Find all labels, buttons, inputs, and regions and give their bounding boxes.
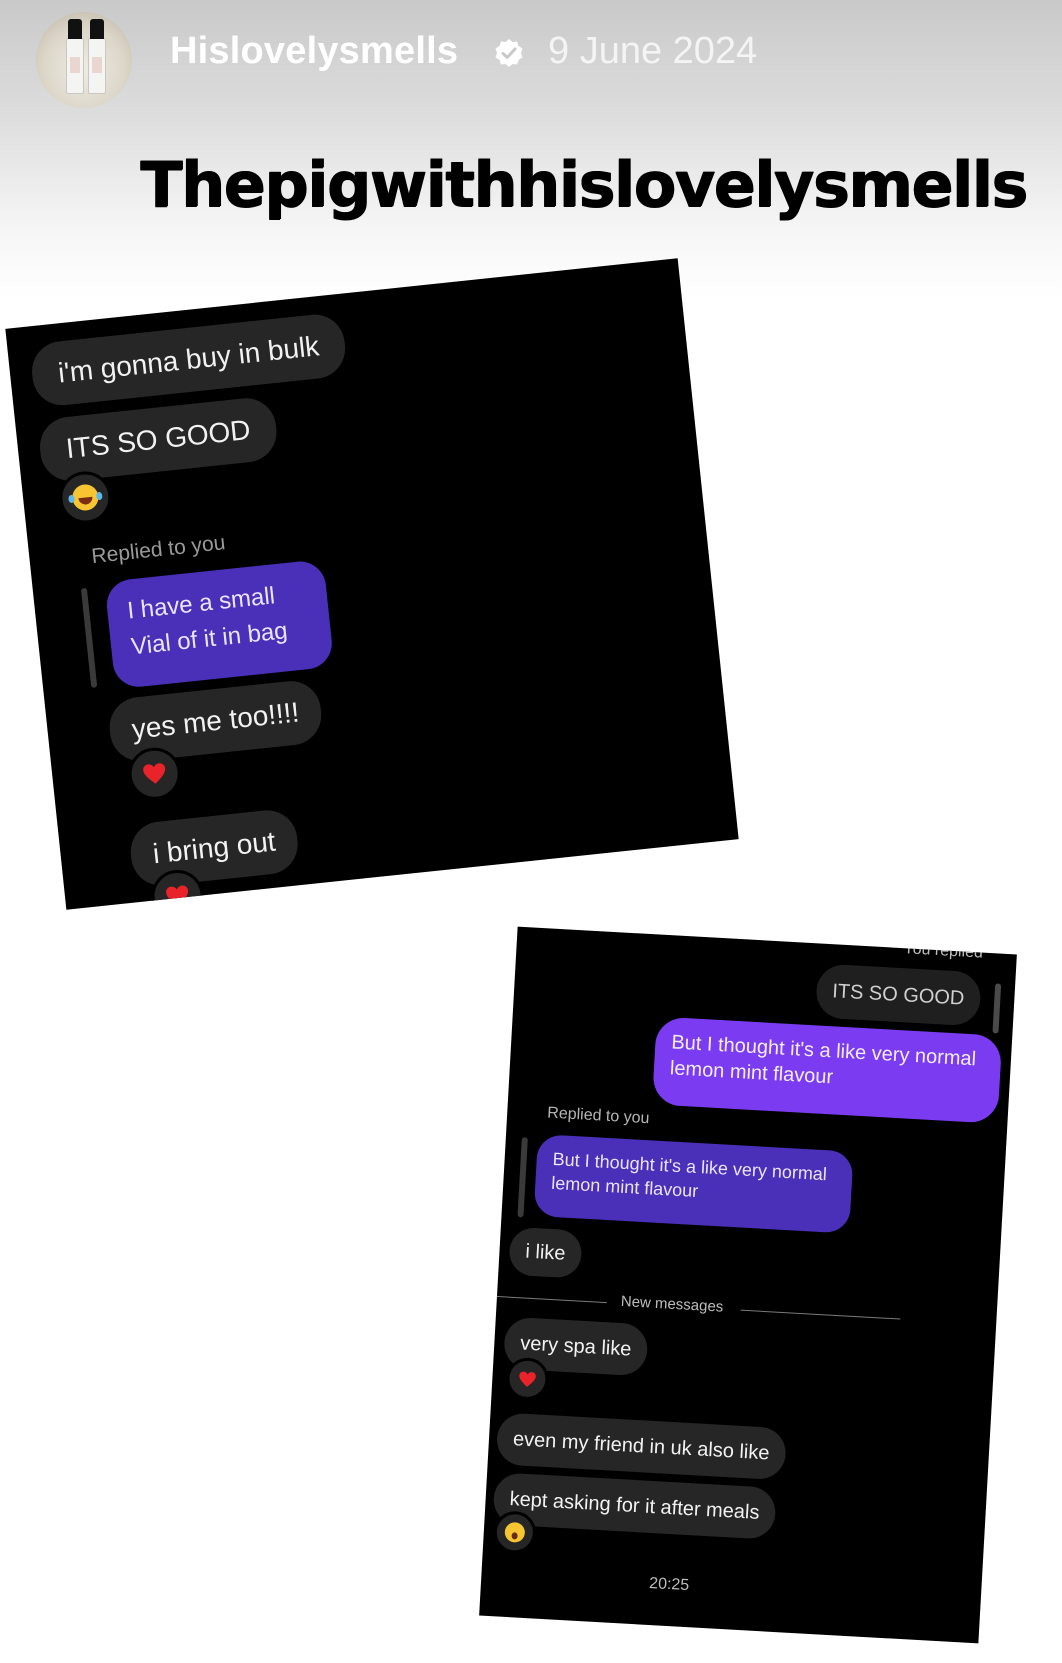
- avatar[interactable]: [36, 12, 132, 108]
- sent-message-bubble: But I thought it's a like very normal le…: [651, 1016, 1003, 1124]
- verified-badge-icon: [495, 39, 523, 67]
- perfume-bottle-icon: [88, 19, 106, 94]
- replied-to-you-label: Replied to you: [90, 531, 227, 569]
- message-bubble: i like: [508, 1226, 583, 1279]
- new-messages-divider: New messages: [620, 1292, 724, 1316]
- perfume-bottle-icon: [66, 19, 84, 94]
- post-header: Hislovelysmells 9 June 2024: [0, 0, 1062, 110]
- story-title-text: Thepigwithhislovelysmells: [140, 148, 1028, 221]
- reply-indicator-bar: [517, 1137, 528, 1218]
- username[interactable]: Hislovelysmells: [170, 30, 458, 73]
- replied-message-bubble: I have a small Vial of it in bag: [104, 558, 335, 690]
- reply-indicator-bar: [992, 983, 1002, 1034]
- message-bubble: i bring out: [127, 807, 301, 889]
- reply-indicator-bar: [80, 587, 98, 688]
- replied-message-bubble: But I thought it's a like very normal le…: [533, 1134, 854, 1234]
- quoted-message-bubble: ITS SO GOOD: [814, 963, 982, 1027]
- message-bubble: i'm gonna buy in bulk: [29, 311, 349, 409]
- message-bubble: even my friend in uk also like: [495, 1412, 787, 1481]
- divider-line: [486, 1295, 607, 1304]
- chat-screenshot-2: You replied ITS SO GOOD But I thought it…: [479, 926, 1017, 1644]
- chat-screenshot-1: i'm gonna buy in bulk ITS SO GOOD Replie…: [5, 258, 739, 910]
- message-timestamp: 20:25: [648, 1574, 690, 1595]
- divider-line: [740, 1309, 901, 1320]
- you-replied-label: You replied: [903, 940, 984, 962]
- replied-to-you-label: Replied to you: [546, 1104, 650, 1128]
- message-bubble: ITS SO GOOD: [37, 395, 280, 484]
- post-date: 9 June 2024: [548, 30, 758, 72]
